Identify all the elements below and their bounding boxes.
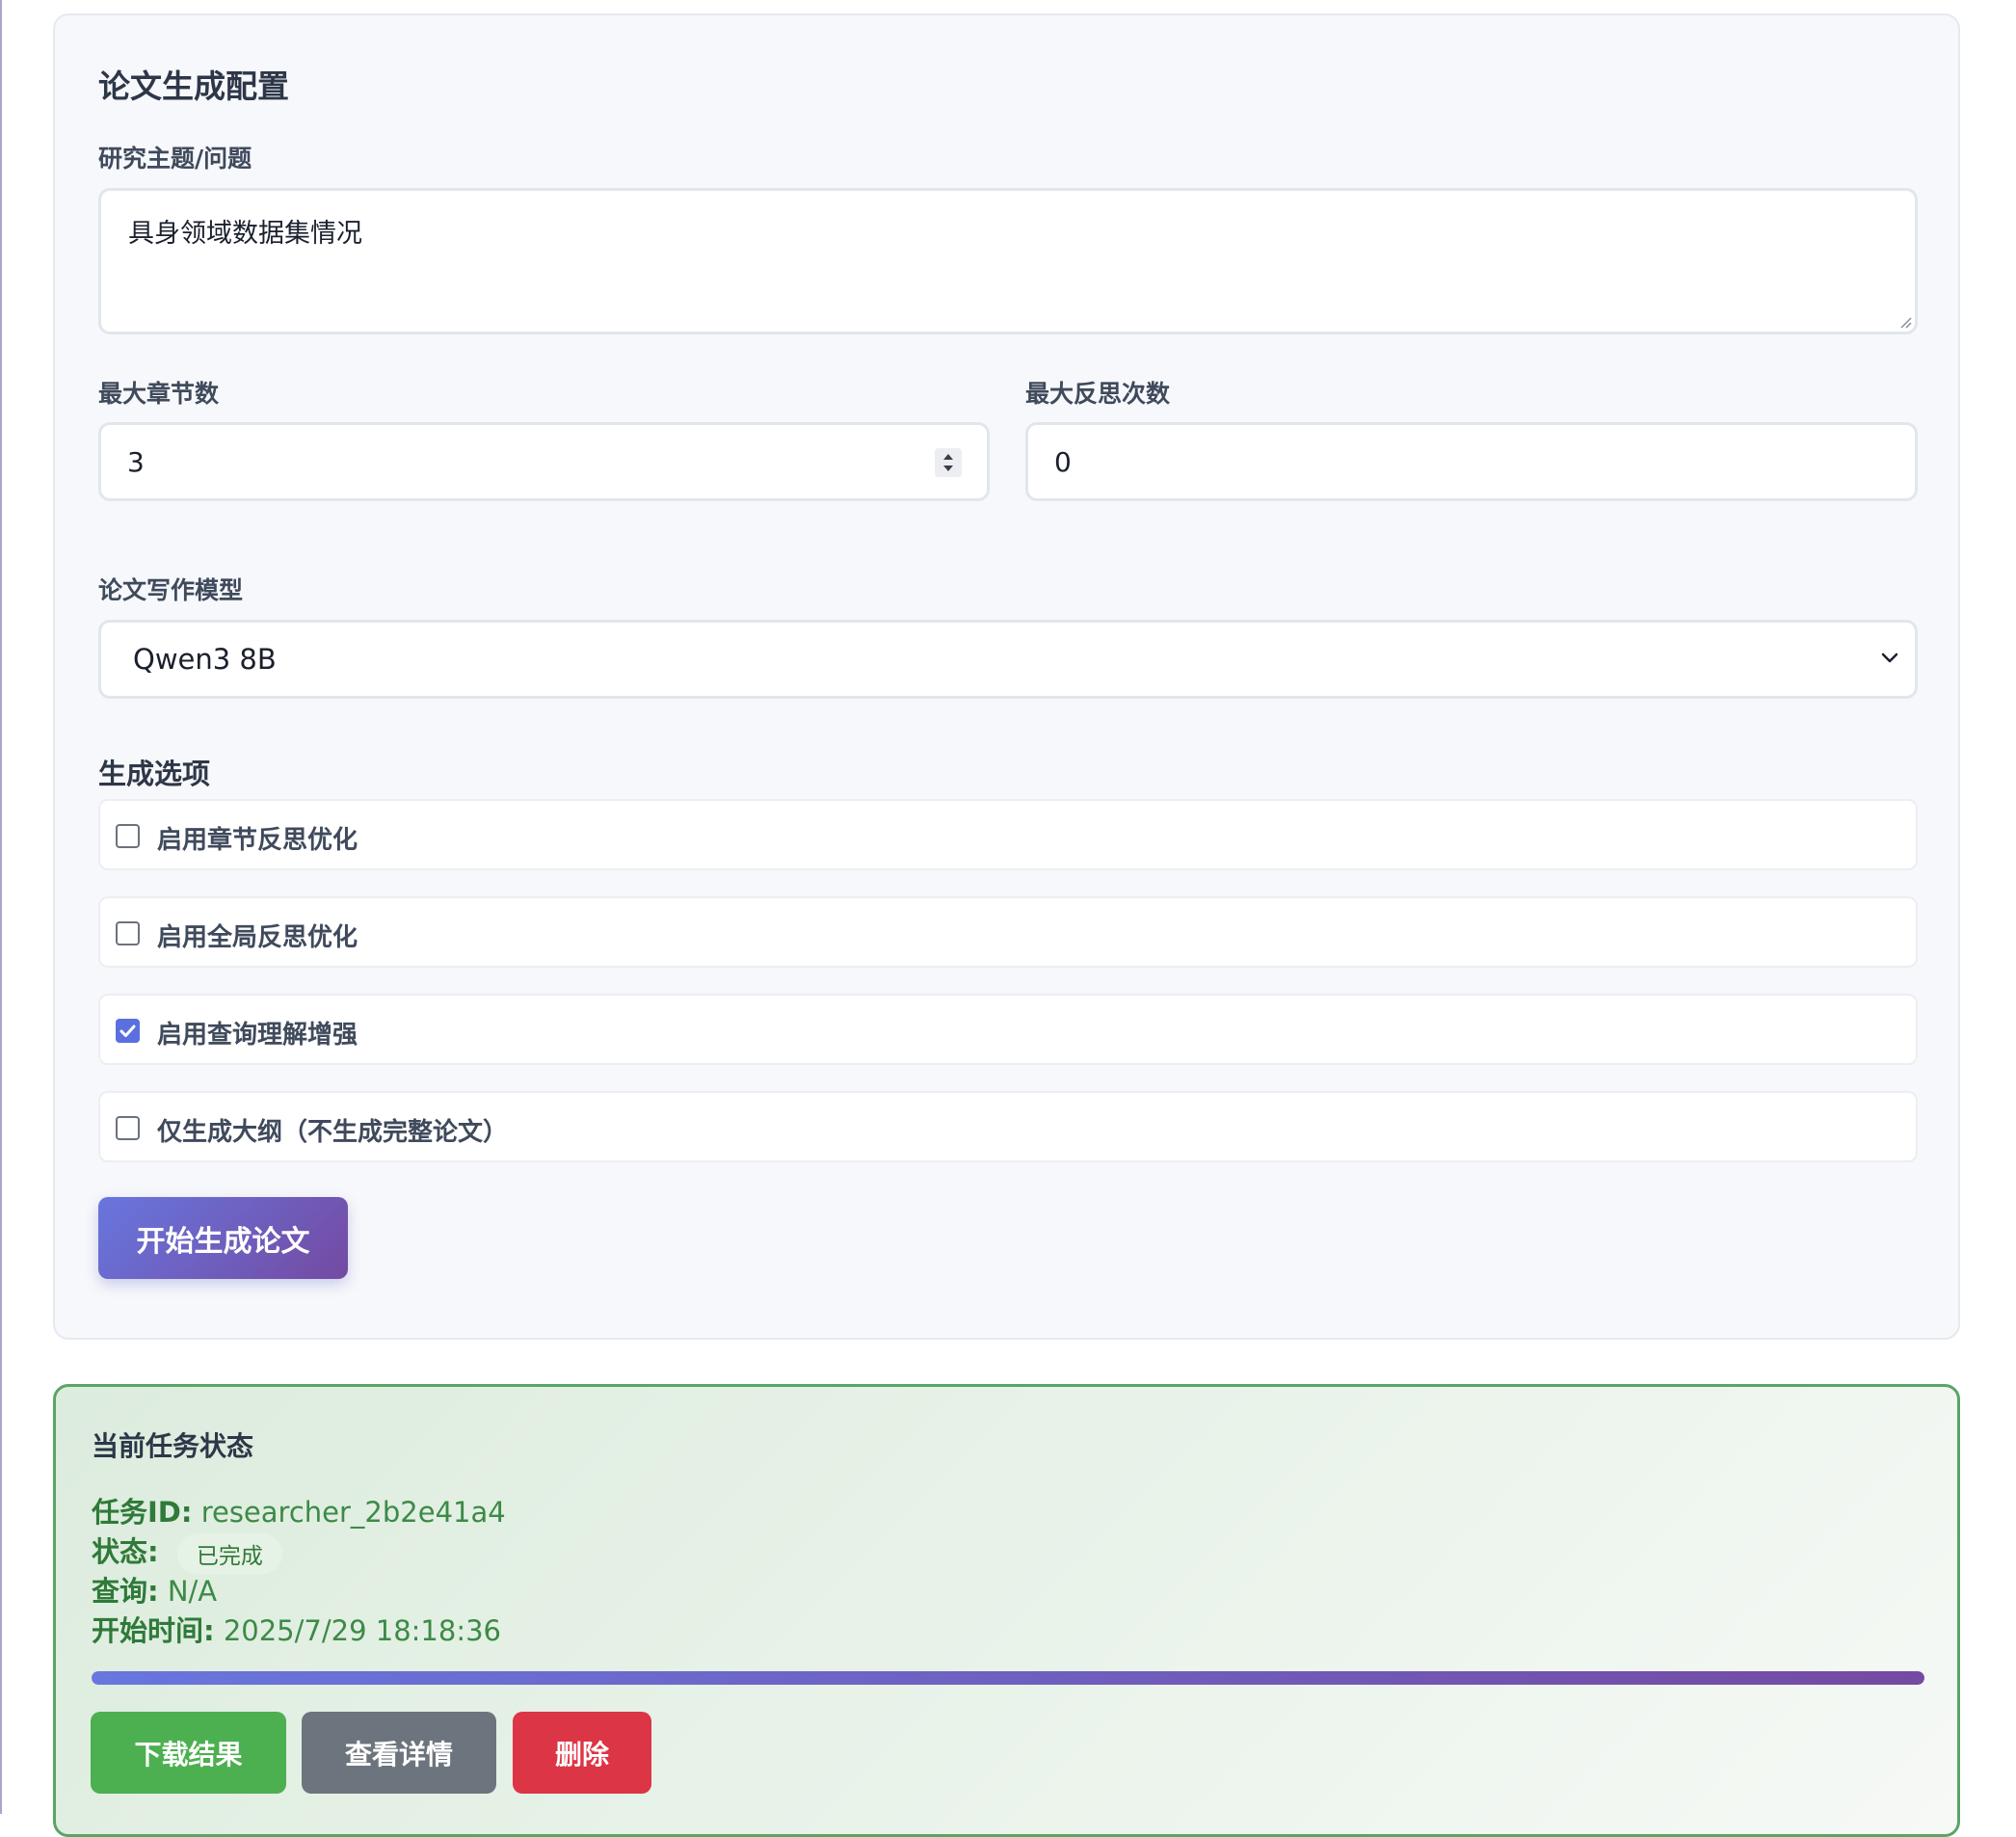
query-enhancement-checkbox[interactable]	[116, 1019, 140, 1043]
start-time-line: 开始时间: 2025/7/29 18:18:36	[92, 1609, 501, 1649]
panel-title: 论文生成配置	[98, 67, 289, 105]
option-row-outline-only[interactable]: 仅生成大纲（不生成完整论文）	[98, 1091, 1918, 1162]
delete-button[interactable]: 删除	[513, 1712, 651, 1794]
status-key: 状态:	[92, 1535, 159, 1568]
max-reflections-input[interactable]: 0	[1025, 422, 1918, 501]
spinner-arrows-icon[interactable]	[935, 448, 962, 477]
option-row-query-enhancement[interactable]: 启用查询理解增强	[98, 994, 1918, 1065]
start-time-value: 2025/7/29 18:18:36	[223, 1614, 501, 1647]
max-sections-input[interactable]: 3	[98, 422, 990, 501]
query-key: 查询:	[92, 1575, 159, 1608]
topic-label: 研究主题/问题	[98, 145, 252, 173]
topic-textarea-value: 具身领域数据集情况	[128, 219, 362, 249]
chevron-down-icon	[1881, 652, 1898, 663]
global-reflection-checkbox[interactable]	[116, 921, 140, 945]
section-reflection-checkbox[interactable]	[116, 824, 140, 848]
status-badge: 已完成	[176, 1533, 282, 1574]
progress-fill	[92, 1671, 1924, 1685]
status-title: 当前任务状态	[92, 1430, 254, 1462]
topic-textarea[interactable]: 具身领域数据集情况	[98, 188, 1918, 334]
start-generation-button[interactable]: 开始生成论文	[98, 1197, 348, 1279]
model-select[interactable]: Qwen3 8B	[98, 620, 1918, 699]
resize-grip-icon[interactable]	[1898, 315, 1912, 329]
max-reflections-label: 最大反思次数	[1025, 380, 1171, 408]
download-result-button[interactable]: 下载结果	[91, 1712, 286, 1794]
model-label: 论文写作模型	[98, 576, 244, 604]
start-time-key: 开始时间:	[92, 1614, 215, 1647]
query-value: N/A	[167, 1575, 218, 1608]
query-line: 查询: N/A	[92, 1569, 217, 1610]
task-id-value: researcher_2b2e41a4	[200, 1496, 506, 1529]
progress-bar	[92, 1671, 1924, 1685]
option-label: 启用全局反思优化	[157, 923, 358, 952]
checkmark-icon	[119, 1025, 136, 1037]
view-details-button[interactable]: 查看详情	[302, 1712, 496, 1794]
max-reflections-value: 0	[1054, 445, 1072, 478]
status-line: 状态: 已完成	[92, 1530, 282, 1574]
outline-only-checkbox[interactable]	[116, 1116, 140, 1140]
task-status-panel: 当前任务状态 任务ID: researcher_2b2e41a4 状态: 已完成…	[53, 1384, 1960, 1837]
task-id-key: 任务ID:	[92, 1496, 193, 1529]
max-sections-value: 3	[127, 445, 145, 478]
options-section-title: 生成选项	[98, 758, 211, 790]
option-label: 启用章节反思优化	[157, 826, 358, 855]
option-row-global-reflection[interactable]: 启用全局反思优化	[98, 896, 1918, 968]
option-label: 启用查询理解增强	[157, 1021, 358, 1050]
task-id-line: 任务ID: researcher_2b2e41a4	[92, 1490, 506, 1531]
model-select-value: Qwen3 8B	[133, 643, 277, 676]
option-label: 仅生成大纲（不生成完整论文）	[157, 1118, 509, 1147]
max-sections-label: 最大章节数	[98, 380, 220, 408]
window-edge	[0, 0, 2, 1814]
option-row-section-reflection[interactable]: 启用章节反思优化	[98, 799, 1918, 870]
paper-config-panel: 论文生成配置 研究主题/问题 具身领域数据集情况 最大章节数 3 最大反思次数 …	[53, 13, 1960, 1340]
